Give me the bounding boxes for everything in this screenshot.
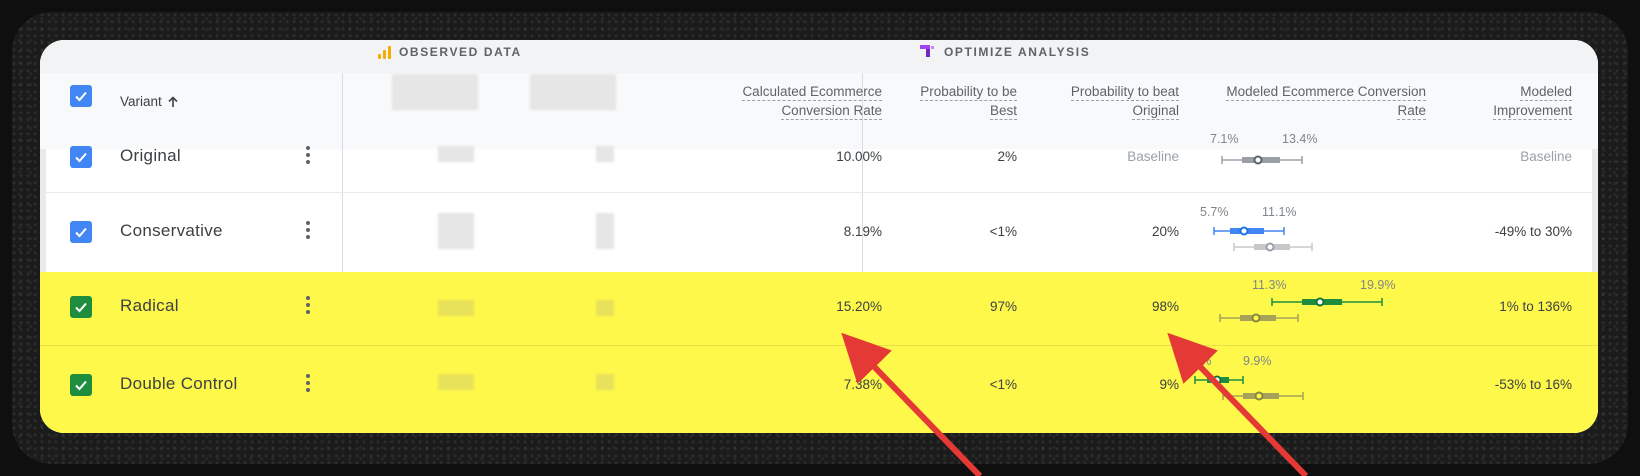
probability-to-be-best-header[interactable]: Probability to be Best	[887, 82, 1017, 120]
select-all-checkbox[interactable]	[70, 85, 92, 107]
calc-rate-value: 10.00%	[836, 149, 882, 164]
redacted-header	[392, 74, 478, 110]
variant-name: Radical	[120, 296, 179, 315]
prob-best-value: 2%	[997, 149, 1017, 164]
analytics-icon	[378, 45, 391, 59]
redacted-value	[438, 146, 474, 162]
improvement-value: -53% to 16%	[1494, 377, 1572, 392]
improvement-value: -49% to 30%	[1494, 224, 1572, 239]
row-checkbox[interactable]	[70, 296, 92, 318]
redacted-header	[530, 74, 616, 110]
variant-header-label: Variant	[120, 94, 162, 109]
prob-best-value: <1%	[989, 224, 1017, 239]
calc-rate-value: 8.19%	[843, 224, 882, 239]
interval-bar	[1213, 226, 1313, 252]
checkmark-icon	[75, 302, 87, 313]
table-row: Conservative 8.19% <1% 20% 5.7% 11.1% -4…	[40, 192, 1598, 273]
calculated-conversion-rate-header[interactable]: Calculated Ecommerce Conversion Rate	[702, 82, 882, 120]
interval-bar	[1219, 297, 1383, 323]
experiment-report-card: OBSERVED DATA OPTIMIZE ANALYSIS Variant …	[40, 40, 1598, 433]
interval-low: 11.3%	[1252, 278, 1287, 292]
optimize-analysis-section: OPTIMIZE ANALYSIS	[920, 45, 1090, 59]
prob-beat-value: 98%	[1151, 299, 1179, 314]
redacted-value	[596, 213, 614, 249]
checkmark-icon	[75, 91, 87, 102]
header-line: Best	[989, 103, 1017, 120]
prob-beat-value: 20%	[1151, 224, 1179, 239]
variant-column-header[interactable]: Variant	[120, 92, 180, 112]
modeled-improvement-header[interactable]: Modeled Improvement	[1462, 82, 1572, 120]
redacted-value	[438, 300, 474, 316]
probability-to-beat-original-header[interactable]: Probability to beat Original	[1039, 82, 1179, 120]
prob-best-value: <1%	[989, 377, 1017, 392]
checkmark-icon	[75, 380, 87, 391]
improvement-value: Baseline	[1520, 149, 1572, 164]
checkmark-icon	[75, 152, 87, 163]
header-line: Modeled	[1520, 84, 1572, 101]
header-line: Probability to beat	[1070, 84, 1179, 101]
table-row: Original 10.00% 2% Baseline 7.1% 13.4% B…	[40, 120, 1598, 192]
row-checkbox[interactable]	[70, 146, 92, 168]
arrow-up-icon	[168, 96, 178, 107]
header-line: Rate	[1397, 103, 1426, 120]
interval-bar	[1194, 375, 1304, 401]
redacted-value	[596, 146, 614, 162]
prob-beat-value: Baseline	[1127, 149, 1179, 164]
more-vert-icon[interactable]	[302, 146, 314, 164]
redacted-value	[596, 300, 614, 316]
interval-low: 7.1%	[1210, 132, 1239, 146]
interval-high: 19.9%	[1360, 278, 1396, 292]
header-line: Original	[1132, 103, 1179, 120]
variant-name: Original	[120, 146, 181, 165]
more-vert-icon[interactable]	[302, 374, 314, 392]
variant-name: Conservative	[120, 221, 223, 240]
interval-bar	[1221, 155, 1303, 165]
more-vert-icon[interactable]	[302, 221, 314, 239]
header-line: Improvement	[1493, 103, 1572, 120]
modeled-conversion-rate-header[interactable]: Modeled Ecommerce Conversion Rate	[1186, 82, 1426, 120]
checkmark-icon	[75, 227, 87, 238]
improvement-value: 1% to 136%	[1499, 299, 1572, 314]
prob-best-value: 97%	[989, 299, 1017, 314]
table-row: Double Control 7.38% <1% 9% 5.2% 9.9% -5…	[40, 345, 1598, 433]
header-line: Modeled Ecommerce Conversion	[1226, 84, 1426, 101]
section-header-strip	[40, 40, 1598, 73]
row-checkbox[interactable]	[70, 221, 92, 243]
calc-rate-value: 15.20%	[836, 299, 882, 314]
prob-beat-value: 9%	[1159, 377, 1179, 392]
optimize-analysis-title: OPTIMIZE ANALYSIS	[944, 45, 1091, 59]
row-checkbox[interactable]	[70, 374, 92, 396]
interval-high: 9.9%	[1243, 354, 1272, 368]
interval-low: 5.2%	[1183, 354, 1212, 368]
observed-data-section: OBSERVED DATA	[378, 45, 522, 59]
optimize-icon	[920, 45, 934, 57]
header-line: Probability to be	[920, 84, 1017, 101]
interval-low: 5.7%	[1200, 205, 1229, 219]
redacted-value	[438, 213, 474, 249]
redacted-value	[438, 374, 474, 390]
header-line: Conversion Rate	[781, 103, 882, 120]
calc-rate-value: 7.38%	[843, 377, 882, 392]
interval-high: 13.4%	[1282, 132, 1318, 146]
observed-data-title: OBSERVED DATA	[399, 45, 522, 59]
more-vert-icon[interactable]	[302, 296, 314, 314]
variant-name: Double Control	[120, 374, 238, 393]
interval-high: 11.1%	[1262, 205, 1297, 219]
redacted-value	[596, 374, 614, 390]
table-row: Radical 15.20% 97% 98% 11.3% 19.9% 1% to…	[40, 272, 1598, 345]
header-line: Calculated Ecommerce	[742, 84, 882, 101]
